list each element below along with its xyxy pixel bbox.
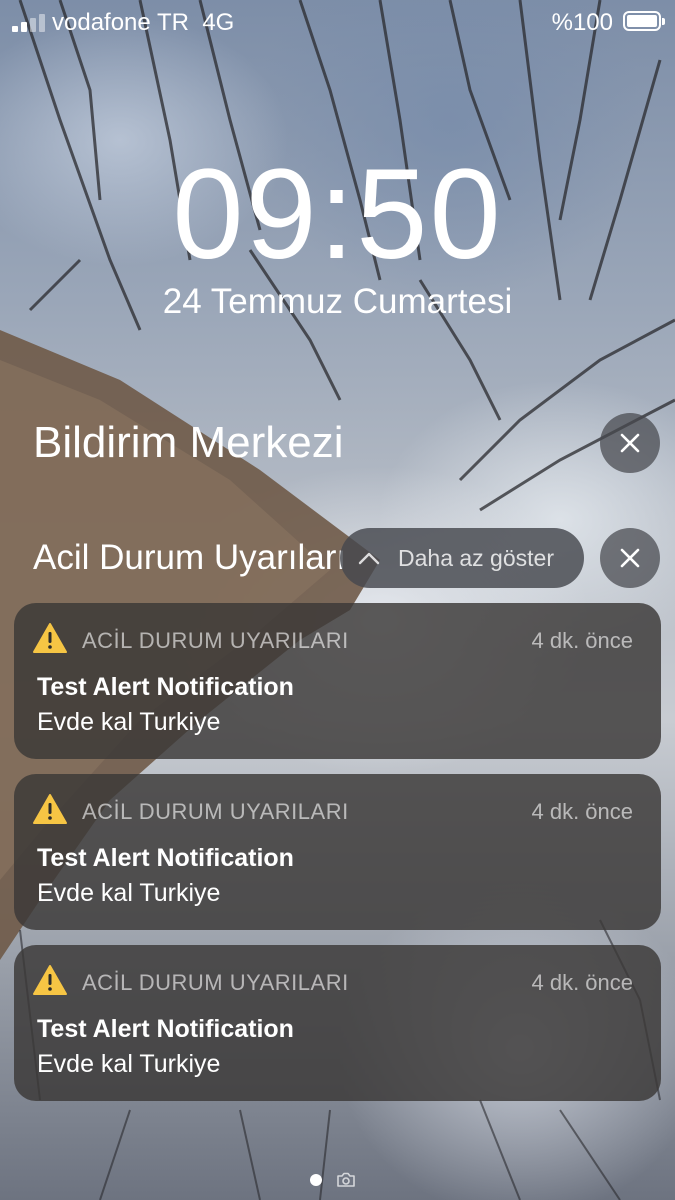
notification-app-name: ACİL DURUM UYARILARI [82,970,349,995]
notification-app-name: ACİL DURUM UYARILARI [82,799,349,824]
notification-time: 4 dk. önce [531,799,633,824]
show-less-button[interactable]: Daha az göster [340,528,584,588]
network-type: 4G [202,9,235,36]
notification-app-name: ACİL DURUM UYARILARI [82,628,349,653]
notification-body: Evde kal Turkiye [37,1050,221,1078]
clear-group-button[interactable] [600,528,660,588]
notification-center-title: Bildirim Merkezi [33,418,344,467]
clear-all-button[interactable] [600,413,660,473]
notification-body: Evde kal Turkiye [37,879,221,907]
notification-title: Test Alert Notification [37,1015,294,1043]
notification-title: Test Alert Notification [37,844,294,872]
signal-strength-icon [12,12,45,32]
lock-clock: 09:50 [172,143,503,286]
battery-percent: %100 [551,9,613,36]
show-less-label: Daha az göster [398,544,554,571]
notification-time: 4 dk. önce [531,970,633,995]
carrier-label: vodafone TR 4G [52,9,235,36]
notification-card[interactable]: ACİL DURUM UYARILARI 4 dk. önce Test Ale… [14,774,661,930]
page-indicator [310,1172,356,1188]
group-title: Acil Durum Uyarıları [33,538,347,577]
close-icon [620,433,640,453]
notification-card[interactable]: ACİL DURUM UYARILARI 4 dk. önce Test Ale… [14,945,661,1101]
chevron-up-icon [358,552,380,565]
lock-date: 24 Temmuz Cumartesi [162,282,513,321]
warning-icon [33,623,67,653]
warning-icon [33,794,67,824]
notification-title: Test Alert Notification [37,673,294,701]
battery-icon [623,11,665,31]
page-dot-current [310,1174,322,1186]
camera-icon [337,1172,355,1187]
warning-icon [33,965,67,995]
notification-body: Evde kal Turkiye [37,708,221,736]
notification-time: 4 dk. önce [531,628,633,653]
close-icon [620,548,640,568]
notification-card[interactable]: ACİL DURUM UYARILARI 4 dk. önce Test Ale… [14,603,661,759]
camera-page-indicator [336,1172,356,1188]
lock-screen: vodafone TR 4G %100 09:50 24 Temmuz Cuma… [0,0,675,1200]
status-bar: vodafone TR 4G %100 [0,0,675,44]
